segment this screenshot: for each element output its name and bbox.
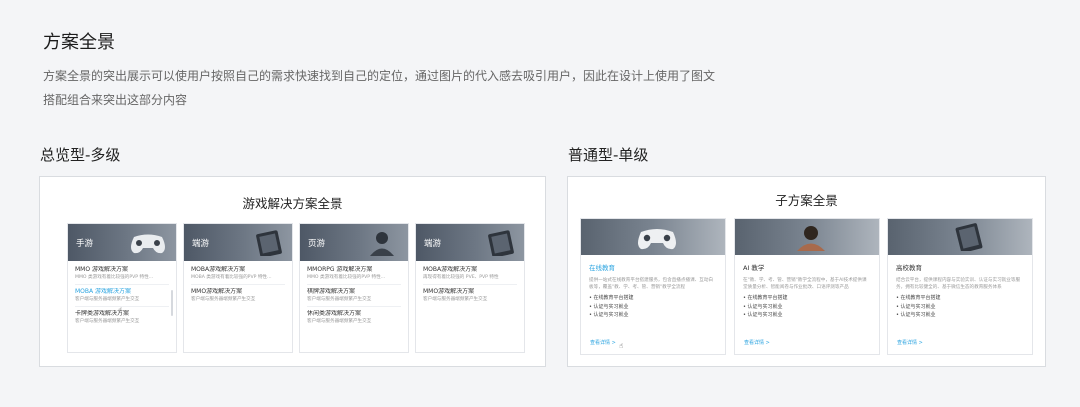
item-title: 休闲类游戏解决方案 xyxy=(307,310,362,317)
item-subtitle: 客户端与服务器端频繁产生交互 xyxy=(423,297,488,302)
list-item[interactable]: MMO游戏解决方案 客户端与服务器端频繁产生交互 xyxy=(416,288,524,303)
item-title: MMO游戏解决方案 xyxy=(423,288,475,295)
solution-card[interactable]: 高校教育 结合云平台，提供课程内容与实验实训、认证与实习就业等服务，拥有比较健全… xyxy=(887,218,1033,355)
tablet-icon xyxy=(955,223,983,251)
solution-card[interactable]: 在线教育 提供一站式在线教育平台搭建服务，包含直播点播课、互动白板等，覆盖"教、… xyxy=(580,218,726,355)
gamepad-icon xyxy=(638,229,676,250)
bullet-item: • 在线教育平台搭建 xyxy=(743,295,788,301)
bullet-item: • 认证与实习就业 xyxy=(589,312,629,318)
category-tag: 端游 xyxy=(192,239,210,249)
card-image xyxy=(888,219,1032,255)
bullet-item: • 认证与实习就业 xyxy=(743,312,783,318)
person-icon xyxy=(370,232,394,256)
card-banner: 端游 xyxy=(184,224,292,261)
divider xyxy=(423,284,517,285)
view-details-link[interactable]: 查看详情 > xyxy=(744,339,770,346)
category-tag: 端游 xyxy=(424,239,442,249)
item-subtitle: 客户端与服务器端频繁产生交互 xyxy=(191,297,256,302)
card-banner: 页游 xyxy=(300,224,408,261)
item-title: MOBA游戏解决方案 xyxy=(191,266,246,273)
list-item[interactable]: MOBA游戏解决方案 MOBA 类游戏有着比较强的PVP 特性… xyxy=(184,266,292,281)
view-details-link[interactable]: 查看详情 > xyxy=(897,339,923,346)
category-card-client[interactable]: 端游 MOBA游戏解决方案 MOBA 类游戏有着比较强的PVP 特性… MMO游… xyxy=(183,223,293,353)
solution-card[interactable]: AI 教学 在"教、学、考、管、营销"教学全流程中，基于AI技术提供课堂质量分析… xyxy=(734,218,880,355)
category-tag: 页游 xyxy=(308,239,326,249)
category-card-client-2[interactable]: 端游 MOBA游戏解决方案 再现得有着比较强的 PVE、PVP 特性 MMO游戏… xyxy=(415,223,525,353)
scrollbar[interactable] xyxy=(171,290,173,316)
list-item[interactable]: 棋牌游戏解决方案 客户端与服务器端频繁产生交互 xyxy=(300,288,408,303)
overview-panel: 游戏解决方案全景 手游 MMO 游戏解决方案 MMO 类游戏有着比较强的PVP … xyxy=(39,176,546,367)
item-title: MMO 游戏解决方案 xyxy=(75,266,128,273)
card-title: 高校教育 xyxy=(896,264,922,272)
item-title: MOBA 游戏解决方案 xyxy=(75,288,132,295)
divider xyxy=(191,284,285,285)
section-label-overview: 总览型-多级 xyxy=(40,146,121,164)
item-subtitle: 客户端与服务器端频繁产生交互 xyxy=(75,297,140,302)
panel-title: 子方案全景 xyxy=(775,193,838,208)
bullet-item: • 认证与实习就业 xyxy=(896,312,936,318)
card-image xyxy=(735,219,879,255)
card-text: 在"教、学、考、管、营销"教学全流程中，基于AI技术提供课堂质量分析、智能阅卷与… xyxy=(743,278,867,290)
item-subtitle: MMO 类游戏有着比较强的PVP 特性… xyxy=(75,275,154,280)
item-title: MOBA游戏解决方案 xyxy=(423,266,478,273)
card-banner: 手游 xyxy=(68,224,176,261)
person-icon xyxy=(797,226,825,251)
category-card-web[interactable]: 页游 MMORPG 游戏解决方案 MMO 类游戏有着比较强的PVP 特性… 棋牌… xyxy=(299,223,409,353)
list-item[interactable]: MOBA游戏解决方案 再现得有着比较强的 PVE、PVP 特性 xyxy=(416,266,524,281)
single-level-panel: 子方案全景 在线教育 提供一站式在线教育平台搭建服务，包含直播点播课、互动白板等… xyxy=(567,176,1046,367)
item-title: MMORPG 游戏解决方案 xyxy=(307,266,373,273)
gamepad-icon xyxy=(131,234,165,254)
list-item[interactable]: MMO游戏解决方案 客户端与服务器端频繁产生交互 xyxy=(184,288,292,303)
list-item[interactable]: MMORPG 游戏解决方案 MMO 类游戏有着比较强的PVP 特性… xyxy=(300,266,408,281)
section-label-single: 普通型-单级 xyxy=(568,146,649,164)
category-card-mobile[interactable]: 手游 MMO 游戏解决方案 MMO 类游戏有着比较强的PVP 特性… MOBA … xyxy=(67,223,177,353)
panel-title: 游戏解决方案全景 xyxy=(242,196,343,211)
card-text: 提供一站式在线教育平台搭建服务，包含直播点播课、互动白板等，覆盖"教、学、考、管… xyxy=(589,278,714,290)
card-title: 在线教育 xyxy=(589,264,615,272)
category-tag: 手游 xyxy=(76,239,94,249)
item-subtitle: 再现得有着比较强的 PVE、PVP 特性 xyxy=(423,275,499,280)
item-subtitle: MMO 类游戏有着比较强的PVP 特性… xyxy=(307,275,386,280)
bullet-item: • 在线教育平台搭建 xyxy=(896,295,941,301)
bullet-item: • 认证与实习就业 xyxy=(743,303,783,310)
list-item[interactable]: MOBA 游戏解决方案 客户端与服务器端频繁产生交互 xyxy=(68,288,176,303)
card-title: AI 教学 xyxy=(743,264,765,272)
item-subtitle: MOBA 类游戏有着比较强的PVP 特性… xyxy=(191,275,272,280)
hand-cursor-icon: ☝ xyxy=(619,342,624,350)
view-details-link[interactable]: 查看详情 > xyxy=(590,339,616,346)
bullet-item: • 在线教育平台搭建 xyxy=(589,295,634,301)
page-title: 方案全景 xyxy=(43,32,115,53)
item-subtitle: 客户端与服务器端频繁产生交互 xyxy=(75,319,140,324)
bullet-item: • 认证与实习就业 xyxy=(589,303,629,310)
tablet-icon xyxy=(488,230,514,256)
card-banner: 端游 xyxy=(416,224,524,261)
card-text: 结合云平台，提供课程内容与实验实训、认证与实习就业等服务，拥有比较健全的、基于微… xyxy=(896,278,1021,290)
card-image xyxy=(581,219,725,255)
item-subtitle: 客户端与服务器端频繁产生交互 xyxy=(307,297,372,302)
divider xyxy=(307,306,401,307)
item-title: MMO游戏解决方案 xyxy=(191,288,243,295)
list-item[interactable]: MMO 游戏解决方案 MMO 类游戏有着比较强的PVP 特性… xyxy=(68,266,176,281)
hand-cursor-icon: ☝ xyxy=(118,306,123,314)
tablet-icon xyxy=(256,230,282,256)
page-description: 方案全景的突出展示可以使用户按照自己的需求快速找到自己的定位，通过图片的代入感去… xyxy=(43,69,716,107)
bullet-item: • 认证与实习就业 xyxy=(896,303,936,310)
item-title: 棋牌游戏解决方案 xyxy=(307,288,356,295)
divider xyxy=(307,284,401,285)
list-item[interactable]: 休闲类游戏解决方案 客户端与服务器端频繁产生交互 xyxy=(300,310,408,325)
item-subtitle: 客户端与服务器端频繁产生交互 xyxy=(307,319,372,324)
divider xyxy=(75,284,169,285)
